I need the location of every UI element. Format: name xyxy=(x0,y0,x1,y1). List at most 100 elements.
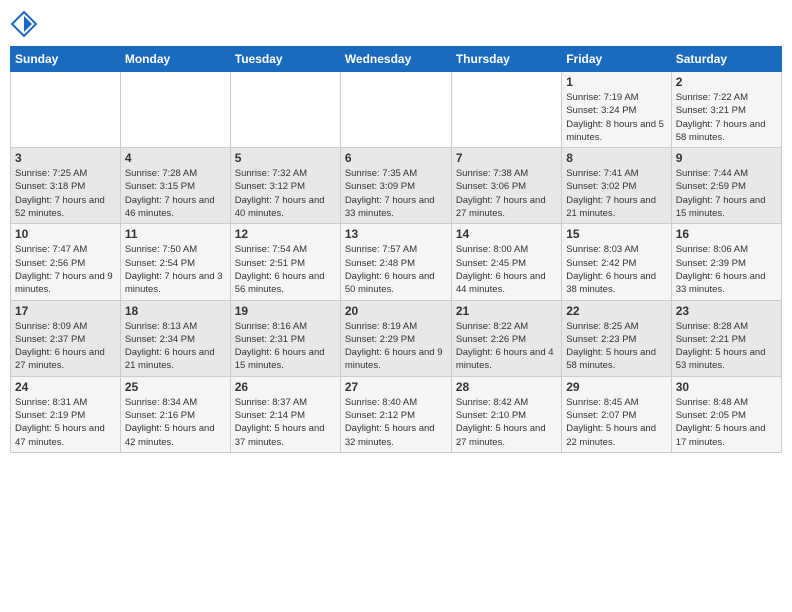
col-header-wednesday: Wednesday xyxy=(340,47,451,72)
day-cell: 8 Sunrise: 7:41 AM Sunset: 3:02 PM Daylig… xyxy=(562,148,671,224)
day-info: Sunrise: 7:19 AM Sunset: 3:24 PM Dayligh… xyxy=(566,91,666,144)
day-cell: 13 Sunrise: 7:57 AM Sunset: 2:48 PM Dayli… xyxy=(340,224,451,300)
day-info: Sunrise: 7:38 AM Sunset: 3:06 PM Dayligh… xyxy=(456,167,557,220)
day-info: Sunrise: 8:48 AM Sunset: 2:05 PM Dayligh… xyxy=(676,396,777,449)
day-info: Sunrise: 8:28 AM Sunset: 2:21 PM Dayligh… xyxy=(676,320,777,373)
day-cell: 24Sunrise: 8:31 AM Sunset: 2:19 PM Dayli… xyxy=(11,376,121,452)
day-cell: 20 Sunrise: 8:19 AM Sunset: 2:29 PM Dayli… xyxy=(340,300,451,376)
day-cell: 9 Sunrise: 7:44 AM Sunset: 2:59 PM Daylig… xyxy=(671,148,781,224)
calendar: SundayMondayTuesdayWednesdayThursdayFrid… xyxy=(10,46,782,453)
week-row-3: 10 Sunrise: 7:47 AM Sunset: 2:56 PM Dayli… xyxy=(11,224,782,300)
day-cell xyxy=(120,72,230,148)
day-info: Sunrise: 7:22 AM Sunset: 3:21 PM Dayligh… xyxy=(676,91,777,144)
day-cell: 30 Sunrise: 8:48 AM Sunset: 2:05 PM Dayli… xyxy=(671,376,781,452)
day-info: Sunrise: 7:50 AM Sunset: 2:54 PM Dayligh… xyxy=(125,243,226,296)
day-cell: 26 Sunrise: 8:37 AM Sunset: 2:14 PM Dayli… xyxy=(230,376,340,452)
day-number: 11 xyxy=(125,227,226,241)
day-cell: 18 Sunrise: 8:13 AM Sunset: 2:34 PM Dayli… xyxy=(120,300,230,376)
day-number: 1 xyxy=(566,75,666,89)
day-number: 8 xyxy=(566,151,666,165)
day-number: 6 xyxy=(345,151,447,165)
day-number: 19 xyxy=(235,304,336,318)
day-cell: 10 Sunrise: 7:47 AM Sunset: 2:56 PM Dayli… xyxy=(11,224,121,300)
day-info: Sunrise: 8:34 AM Sunset: 2:16 PM Dayligh… xyxy=(125,396,226,449)
day-cell: 7 Sunrise: 7:38 AM Sunset: 3:06 PM Daylig… xyxy=(451,148,561,224)
day-info: Sunrise: 8:09 AM Sunset: 2:37 PM Dayligh… xyxy=(15,320,116,373)
day-number: 7 xyxy=(456,151,557,165)
day-cell: 29 Sunrise: 8:45 AM Sunset: 2:07 PM Dayli… xyxy=(562,376,671,452)
day-info: Sunrise: 8:13 AM Sunset: 2:34 PM Dayligh… xyxy=(125,320,226,373)
day-cell xyxy=(451,72,561,148)
day-cell: 27 Sunrise: 8:40 AM Sunset: 2:12 PM Dayli… xyxy=(340,376,451,452)
day-number: 3 xyxy=(15,151,116,165)
day-cell: 3 Sunrise: 7:25 AM Sunset: 3:18 PM Daylig… xyxy=(11,148,121,224)
day-info: Sunrise: 7:44 AM Sunset: 2:59 PM Dayligh… xyxy=(676,167,777,220)
day-info: Sunrise: 7:41 AM Sunset: 3:02 PM Dayligh… xyxy=(566,167,666,220)
day-info: Sunrise: 8:03 AM Sunset: 2:42 PM Dayligh… xyxy=(566,243,666,296)
day-info: Sunrise: 8:37 AM Sunset: 2:14 PM Dayligh… xyxy=(235,396,336,449)
day-number: 5 xyxy=(235,151,336,165)
day-number: 13 xyxy=(345,227,447,241)
day-info: Sunrise: 8:06 AM Sunset: 2:39 PM Dayligh… xyxy=(676,243,777,296)
day-number: 10 xyxy=(15,227,116,241)
day-number: 25 xyxy=(125,380,226,394)
day-info: Sunrise: 8:25 AM Sunset: 2:23 PM Dayligh… xyxy=(566,320,666,373)
day-cell: 17 Sunrise: 8:09 AM Sunset: 2:37 PM Dayli… xyxy=(11,300,121,376)
col-header-thursday: Thursday xyxy=(451,47,561,72)
day-number: 17 xyxy=(15,304,116,318)
logo-icon xyxy=(10,10,38,38)
day-number: 18 xyxy=(125,304,226,318)
day-info: Sunrise: 8:40 AM Sunset: 2:12 PM Dayligh… xyxy=(345,396,447,449)
day-cell: 12Sunrise: 7:54 AM Sunset: 2:51 PM Dayli… xyxy=(230,224,340,300)
day-cell: 4Sunrise: 7:28 AM Sunset: 3:15 PM Daylig… xyxy=(120,148,230,224)
day-cell xyxy=(230,72,340,148)
day-info: Sunrise: 8:00 AM Sunset: 2:45 PM Dayligh… xyxy=(456,243,557,296)
day-number: 9 xyxy=(676,151,777,165)
day-number: 21 xyxy=(456,304,557,318)
day-cell xyxy=(11,72,121,148)
week-row-2: 3 Sunrise: 7:25 AM Sunset: 3:18 PM Daylig… xyxy=(11,148,782,224)
day-cell: 22 Sunrise: 8:25 AM Sunset: 2:23 PM Dayli… xyxy=(562,300,671,376)
day-info: Sunrise: 7:35 AM Sunset: 3:09 PM Dayligh… xyxy=(345,167,447,220)
day-number: 23 xyxy=(676,304,777,318)
day-info: Sunrise: 8:45 AM Sunset: 2:07 PM Dayligh… xyxy=(566,396,666,449)
day-cell: 15 Sunrise: 8:03 AM Sunset: 2:42 PM Dayli… xyxy=(562,224,671,300)
day-info: Sunrise: 7:25 AM Sunset: 3:18 PM Dayligh… xyxy=(15,167,116,220)
day-info: Sunrise: 8:19 AM Sunset: 2:29 PM Dayligh… xyxy=(345,320,447,373)
day-cell: 2 Sunrise: 7:22 AM Sunset: 3:21 PM Daylig… xyxy=(671,72,781,148)
day-info: Sunrise: 8:16 AM Sunset: 2:31 PM Dayligh… xyxy=(235,320,336,373)
col-header-monday: Monday xyxy=(120,47,230,72)
page-header xyxy=(10,10,782,38)
col-header-tuesday: Tuesday xyxy=(230,47,340,72)
day-info: Sunrise: 7:32 AM Sunset: 3:12 PM Dayligh… xyxy=(235,167,336,220)
day-cell: 28Sunrise: 8:42 AM Sunset: 2:10 PM Dayli… xyxy=(451,376,561,452)
day-number: 29 xyxy=(566,380,666,394)
day-number: 22 xyxy=(566,304,666,318)
day-number: 14 xyxy=(456,227,557,241)
week-row-1: 1 Sunrise: 7:19 AM Sunset: 3:24 PM Daylig… xyxy=(11,72,782,148)
day-number: 20 xyxy=(345,304,447,318)
day-number: 2 xyxy=(676,75,777,89)
day-cell: 16 Sunrise: 8:06 AM Sunset: 2:39 PM Dayli… xyxy=(671,224,781,300)
week-row-4: 17 Sunrise: 8:09 AM Sunset: 2:37 PM Dayli… xyxy=(11,300,782,376)
day-info: Sunrise: 7:47 AM Sunset: 2:56 PM Dayligh… xyxy=(15,243,116,296)
day-info: Sunrise: 7:57 AM Sunset: 2:48 PM Dayligh… xyxy=(345,243,447,296)
col-header-sunday: Sunday xyxy=(11,47,121,72)
day-cell: 1 Sunrise: 7:19 AM Sunset: 3:24 PM Daylig… xyxy=(562,72,671,148)
day-cell xyxy=(340,72,451,148)
day-cell: 23 Sunrise: 8:28 AM Sunset: 2:21 PM Dayli… xyxy=(671,300,781,376)
day-info: Sunrise: 8:42 AM Sunset: 2:10 PM Dayligh… xyxy=(456,396,557,449)
col-header-saturday: Saturday xyxy=(671,47,781,72)
day-cell: 14 Sunrise: 8:00 AM Sunset: 2:45 PM Dayli… xyxy=(451,224,561,300)
day-info: Sunrise: 7:54 AM Sunset: 2:51 PM Dayligh… xyxy=(235,243,336,296)
logo xyxy=(10,10,42,38)
day-cell: 5 Sunrise: 7:32 AM Sunset: 3:12 PM Daylig… xyxy=(230,148,340,224)
day-cell: 19 Sunrise: 8:16 AM Sunset: 2:31 PM Dayli… xyxy=(230,300,340,376)
day-cell: 25 Sunrise: 8:34 AM Sunset: 2:16 PM Dayli… xyxy=(120,376,230,452)
day-number: 27 xyxy=(345,380,447,394)
day-number: 26 xyxy=(235,380,336,394)
day-number: 15 xyxy=(566,227,666,241)
day-number: 30 xyxy=(676,380,777,394)
day-number: 16 xyxy=(676,227,777,241)
day-cell: 6 Sunrise: 7:35 AM Sunset: 3:09 PM Daylig… xyxy=(340,148,451,224)
